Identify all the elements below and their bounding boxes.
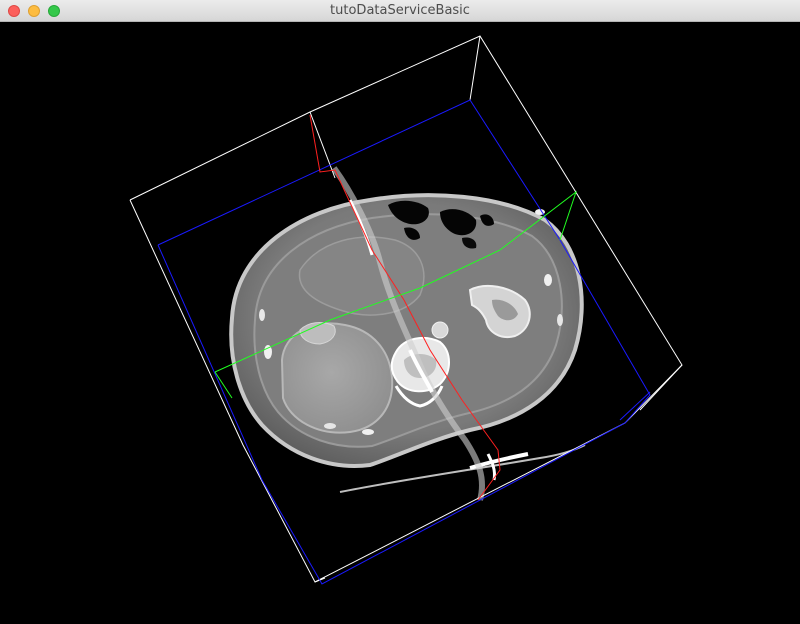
window-title: tutoDataServiceBasic bbox=[330, 3, 470, 18]
3d-render-viewport[interactable] bbox=[0, 22, 800, 624]
app-window: tutoDataServiceBasic bbox=[0, 0, 800, 624]
title-bar[interactable]: tutoDataServiceBasic bbox=[0, 0, 800, 22]
volume-render-scene[interactable] bbox=[0, 22, 800, 624]
